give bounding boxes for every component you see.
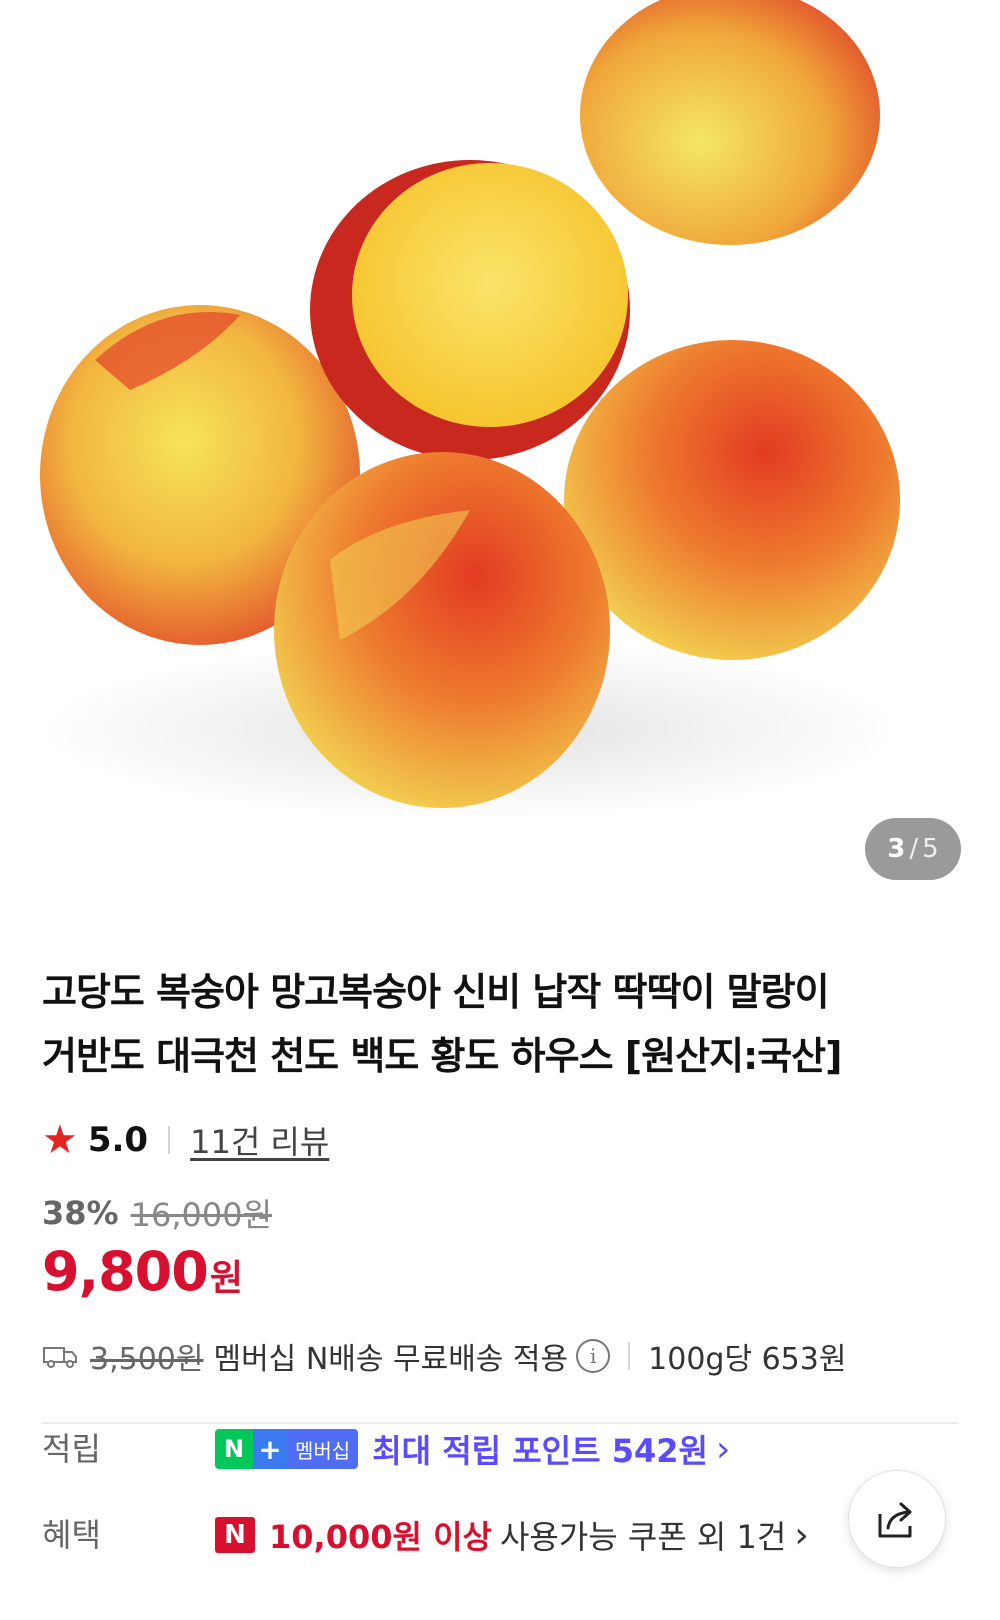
info-icon[interactable]: i bbox=[576, 1339, 611, 1373]
divider bbox=[628, 1342, 631, 1370]
points-text: 최대 적립 포인트 542원 bbox=[372, 1432, 708, 1470]
counter-separator: / bbox=[909, 834, 919, 864]
shipping-original-fee: 3,500원 bbox=[90, 1342, 204, 1377]
counter-total: 5 bbox=[922, 834, 939, 864]
points-label: 적립 bbox=[42, 1430, 101, 1468]
product-image[interactable]: 3 / 5 bbox=[0, 0, 1000, 920]
coupon-row[interactable]: N 10,000원 이상 사용가능 쿠폰 외 1건 › bbox=[215, 1510, 809, 1560]
divider bbox=[168, 1126, 171, 1154]
peaches-illustration bbox=[40, 0, 900, 820]
product-title-line2: 거반도 대극천 천도 백도 황도 하우스 [원산지:국산] bbox=[42, 1034, 843, 1078]
points-row[interactable]: N + 멤버십 최대 적립 포인트 542원 › bbox=[215, 1424, 730, 1474]
unit-price: 100g당 653원 bbox=[648, 1342, 847, 1377]
reviews-link[interactable]: 11건 리뷰 bbox=[190, 1117, 329, 1163]
original-price: 16,000원 bbox=[130, 1196, 273, 1234]
coupon-threshold: 10,000원 이상 bbox=[269, 1518, 492, 1556]
coupon-label: 혜택 bbox=[42, 1516, 101, 1554]
discount-row: 38% 16,000원 bbox=[42, 1190, 272, 1236]
chevron-right-icon: › bbox=[794, 1514, 809, 1556]
price-row: 9,800 원 bbox=[42, 1240, 243, 1303]
sale-price: 9,800 bbox=[42, 1240, 209, 1303]
share-button[interactable] bbox=[848, 1470, 946, 1568]
currency-label: 원 bbox=[209, 1258, 243, 1299]
naver-n-badge: N bbox=[215, 1517, 255, 1553]
badge-n: N bbox=[215, 1429, 253, 1469]
coupon-text: 사용가능 쿠폰 외 1건 bbox=[499, 1518, 787, 1556]
discount-rate: 38% bbox=[42, 1194, 119, 1232]
product-title: 고당도 복숭아 망고복숭아 신비 납작 딱딱이 말랑이 거반도 대극천 천도 백… bbox=[42, 960, 942, 1088]
image-counter: 3 / 5 bbox=[865, 818, 961, 880]
chevron-right-icon: › bbox=[715, 1428, 731, 1470]
star-icon: ★ bbox=[42, 1117, 78, 1163]
product-title-line1: 고당도 복숭아 망고복숭아 신비 납작 딱딱이 말랑이 bbox=[42, 970, 830, 1014]
rating-score: 5.0 bbox=[87, 1120, 149, 1160]
shipping-row: 3,500원 멤버십 N배송 무료배송 적용 i 100g당 653원 bbox=[42, 1328, 846, 1384]
nplus-membership-badge: N + 멤버십 bbox=[215, 1429, 359, 1469]
shipping-text: 멤버십 N배송 무료배송 적용 bbox=[213, 1342, 569, 1377]
badge-membership: 멤버십 bbox=[287, 1429, 359, 1469]
counter-current: 3 bbox=[887, 834, 906, 864]
truck-icon bbox=[43, 1347, 77, 1368]
badge-plus: + bbox=[253, 1429, 287, 1469]
rating-row: ★ 5.0 11건 리뷰 bbox=[42, 1112, 329, 1168]
share-icon bbox=[878, 1502, 912, 1538]
